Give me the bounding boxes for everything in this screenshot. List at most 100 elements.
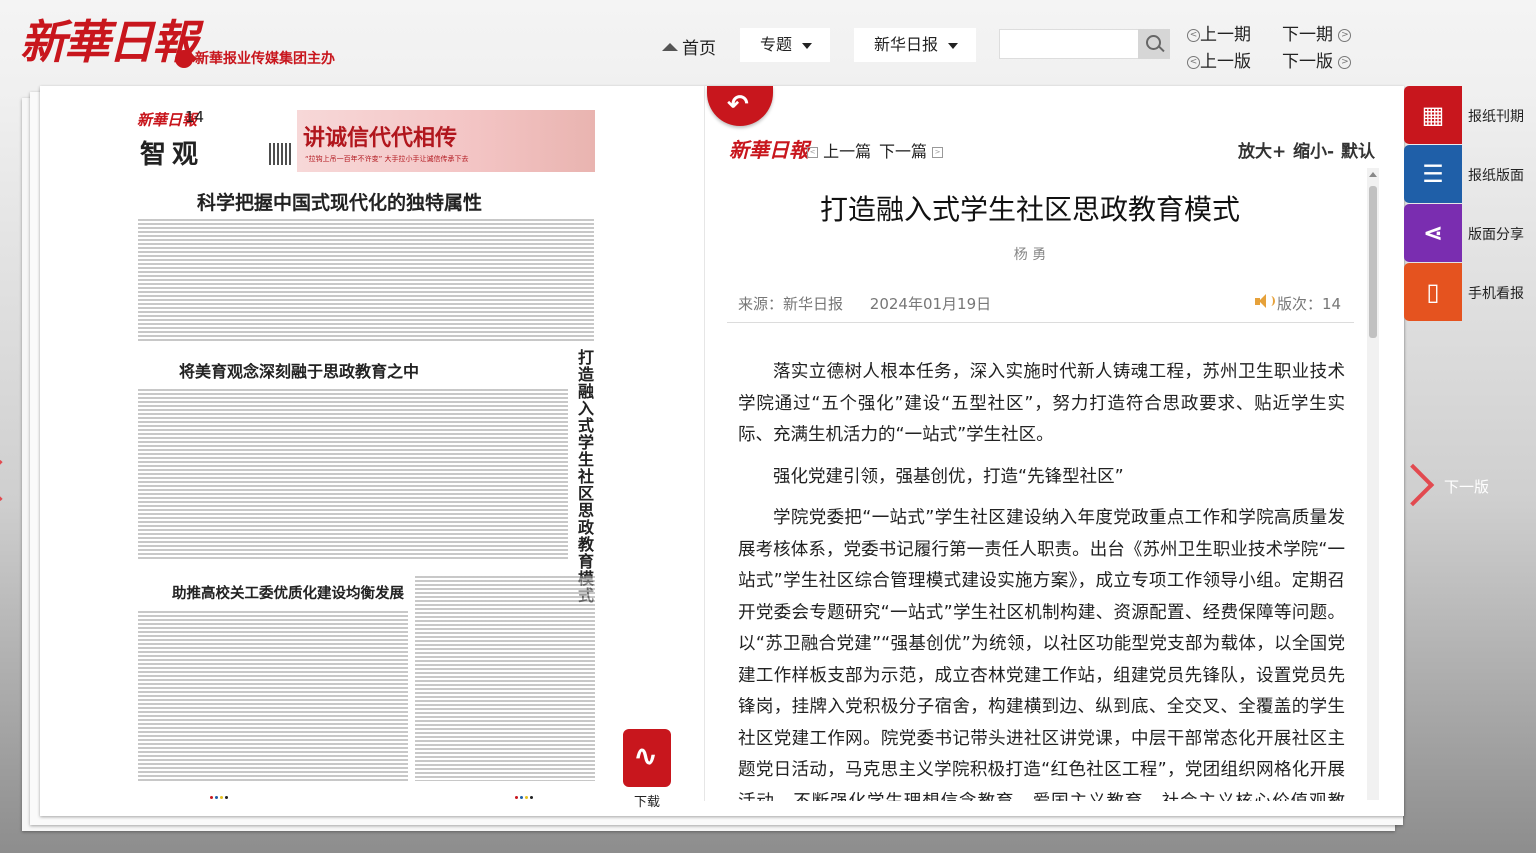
search-icon-handle (1158, 45, 1165, 53)
prev-issue-label: 上一期 (1200, 25, 1251, 45)
sidebar-item-label: 报纸版面 (1468, 168, 1524, 184)
color-dot (225, 796, 228, 799)
chevron-left-icon: < (1187, 55, 1200, 69)
sidebar-item-pages[interactable]: ☰ 报纸版面 (1404, 145, 1536, 203)
paper-dropdown-label: 新华日报 (874, 35, 939, 54)
next-page-label: 下一版 (1282, 52, 1333, 72)
article-scrollbar[interactable] (1367, 168, 1379, 800)
download-label[interactable]: 下载 (634, 791, 660, 810)
paper-advertisement: 讲诚信代代相传 “拉钩上吊一百年不许变” 大手拉小手让诚信传承下去 (297, 110, 595, 172)
divider (727, 322, 1354, 323)
prev-article-label: 上一篇 (823, 142, 872, 161)
paper-headline-1[interactable]: 科学把握中国式现代化的独特属性 (197, 188, 482, 215)
scroll-up-icon[interactable] (1369, 172, 1377, 177)
color-dot (220, 796, 223, 799)
calendar-icon: ▦ (1421, 101, 1445, 129)
zoom-out-button[interactable]: 缩小- (1293, 137, 1334, 162)
phone-icon: ▯ (1426, 278, 1440, 306)
search-input[interactable] (999, 29, 1139, 59)
sidebar-item-issues[interactable]: ▦ 报纸刊期 (1404, 86, 1536, 144)
paper-headline-3[interactable]: 助推高校关工委优质化建设均衡发展 (172, 582, 404, 603)
article-pane: ↶ 新華日報 < 上一篇 下一篇 > 放大+ 缩小- 默认 打造融入式学生社区思… (704, 86, 1380, 801)
prev-issue-link[interactable]: < 上一期 (1187, 20, 1251, 45)
next-page-arrow-label: 下一版 (1444, 478, 1490, 496)
ad-title: 讲诚信代代相传 (303, 125, 458, 151)
chevron-down-icon (802, 42, 813, 49)
chevron-right-icon: > (1338, 28, 1352, 42)
zoom-default-button[interactable]: 默认 (1341, 137, 1375, 162)
scrollbar-thumb[interactable] (1369, 186, 1377, 338)
article-edition: 版次：14 (1277, 295, 1342, 313)
ad-subtitle: “拉钩上吊一百年不许变” 大手拉小手让诚信传承下去 (305, 155, 469, 163)
home-label: 首页 (682, 39, 716, 59)
publisher-mark-icon (175, 50, 193, 68)
next-page-arrow[interactable]: 下一版 (1391, 460, 1524, 510)
speaker-icon[interactable] (1255, 294, 1275, 308)
home-link[interactable]: 首页 (662, 34, 716, 59)
sidebar-item-label: 手机看报 (1468, 286, 1524, 302)
site-logo[interactable]: 新華日報 (20, 6, 198, 72)
chevron-left-icon (0, 459, 22, 502)
publisher-text: 新華报业传媒集团主办 (195, 51, 335, 67)
paper-text-block (138, 219, 594, 341)
next-issue-label: 下一期 (1282, 25, 1333, 45)
color-dot (530, 796, 533, 799)
sidebar-item-share[interactable]: ⋖ 版面分享 (1404, 204, 1536, 262)
next-article-link[interactable]: 下一篇 > (879, 138, 944, 162)
article-subheading: 强化党建引领，强基创优，打造“先锋型社区” (773, 466, 1124, 487)
sidebar-item-label: 版面分享 (1468, 227, 1524, 243)
article-source: 来源：新华日报 (738, 295, 844, 313)
qr-code-icon (269, 143, 291, 165)
article-paragraph: 落实立德树人根本任务，深入实施时代新人铸魂工程，苏州卫生职业技术学院通过“五个强… (738, 362, 1345, 445)
color-dot (210, 796, 213, 799)
paper-section-title: 智观 (140, 140, 205, 170)
speaker-icon-cone (1259, 294, 1266, 308)
speaker-icon-wave (1267, 296, 1275, 306)
article-masthead: 新華日報 (729, 138, 809, 162)
sidebar-item-label: 报纸刊期 (1468, 109, 1524, 125)
share-icon: ⋖ (1422, 219, 1444, 247)
paper-page-number: 14 (185, 108, 205, 126)
article-title: 打造融入式学生社区思政教育模式 (819, 193, 1240, 226)
topic-dropdown[interactable]: 专题 (740, 28, 830, 62)
next-issue-link[interactable]: 下一期 > (1282, 20, 1352, 45)
prev-page-label: 上一版 (1200, 52, 1251, 72)
color-dot (515, 796, 518, 799)
article-body: 落实立德树人根本任务，深入实施时代新人铸魂工程，苏州卫生职业技术学院通过“五个强… (738, 357, 1345, 801)
topic-dropdown-label: 专题 (760, 35, 793, 54)
color-dot (215, 796, 218, 799)
chevron-right-icon: > (1338, 55, 1352, 69)
publisher-logo: 新華报业传媒集团主办 (175, 48, 335, 68)
prev-article-link[interactable]: < 上一篇 (807, 138, 871, 162)
article-date: 2024年01月19日 (869, 295, 992, 313)
header: 新華日報 新華报业传媒集团主办 首页 专题 新华日报 < 上一期 下一期 > < 上… (0, 0, 1536, 86)
download-pdf-button[interactable]: ∿ (623, 729, 671, 787)
search-button[interactable] (1138, 29, 1170, 59)
color-dot (520, 796, 523, 799)
chevron-left-icon: < (807, 147, 818, 158)
reader-panel: 新華日報 14 智观 讲诚信代代相传 “拉钩上吊一百年不许变” 大手拉小手让诚信… (40, 86, 1404, 816)
paper-vertical-headline[interactable]: 打造融入式学生社区思政教育模式 (578, 349, 596, 604)
pdf-icon: ∿ (633, 739, 659, 774)
next-page-link[interactable]: 下一版 > (1282, 47, 1352, 72)
article-paragraph: 学院党委把“一站式”学生社区建设纳入年度党政重点工作和学院高质量发展考核体系，党… (738, 508, 1345, 801)
back-button[interactable]: ↶ (707, 86, 773, 126)
article-meta: 来源：新华日报 2024年01月19日 (738, 293, 1013, 314)
newspaper-page[interactable]: 新華日報 14 智观 讲诚信代代相传 “拉钩上吊一百年不许变” 大手拉小手让诚信… (135, 106, 605, 811)
chevron-right-icon: > (932, 147, 944, 158)
zoom-in-button[interactable]: 放大+ (1238, 137, 1286, 162)
chevron-left-icon: < (1187, 28, 1200, 42)
prev-page-link[interactable]: < 上一版 (1187, 47, 1251, 72)
paper-text-block (415, 576, 595, 781)
list-icon: ☰ (1422, 160, 1444, 188)
article-author: 杨 勇 (1013, 247, 1047, 263)
next-article-label: 下一篇 (879, 142, 928, 161)
paper-dropdown[interactable]: 新华日报 (854, 28, 976, 62)
paper-headline-2[interactable]: 将美育观念深刻融于思政教育之中 (179, 358, 419, 382)
sidebar-item-mobile[interactable]: ▯ 手机看报 (1404, 263, 1536, 321)
prev-page-arrow[interactable] (0, 459, 22, 508)
home-icon (662, 43, 678, 51)
color-dot (525, 796, 528, 799)
return-icon: ↶ (727, 90, 749, 120)
paper-text-block (138, 389, 568, 561)
